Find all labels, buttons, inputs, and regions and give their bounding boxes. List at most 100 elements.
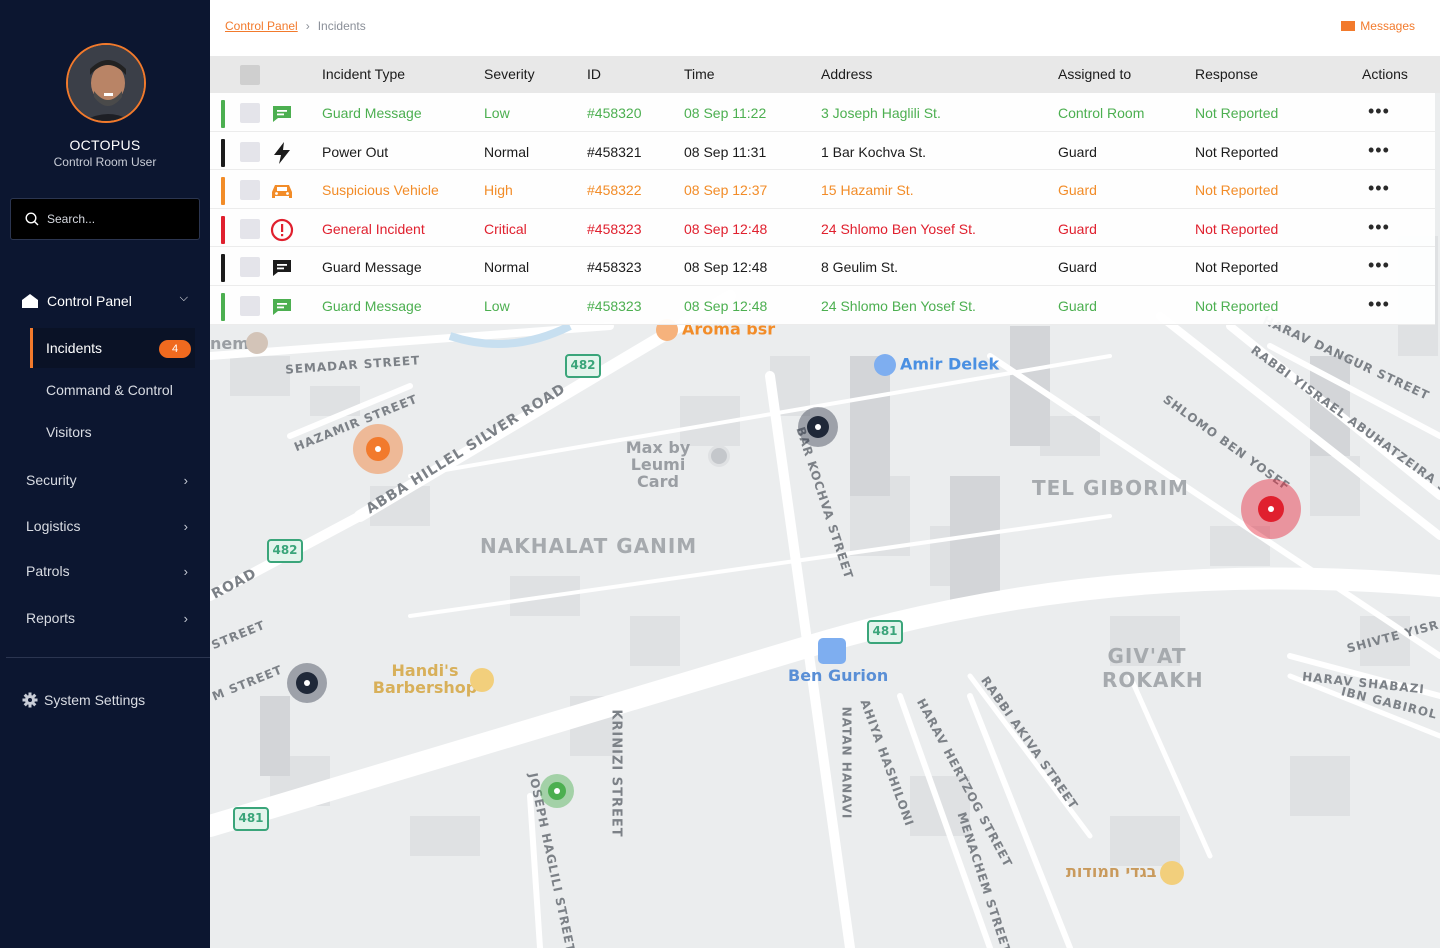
barber-icon <box>470 668 494 692</box>
more-actions-icon[interactable]: ••• <box>1368 140 1390 161</box>
header-response[interactable]: Response <box>1195 66 1258 82</box>
search-icon <box>25 212 39 226</box>
cell-time: 08 Sep 12:48 <box>684 297 768 314</box>
table-row[interactable]: Power Out Normal #458321 08 Sep 11:31 1 Bar … <box>210 131 1435 171</box>
messages-button[interactable]: Messages <box>1341 19 1415 33</box>
route-shield: 482 <box>565 354 601 378</box>
alert-icon <box>270 218 294 242</box>
poi-max[interactable]: Max by Leumi Card <box>610 439 706 490</box>
row-checkbox[interactable] <box>240 257 260 278</box>
poi-ben-gurion[interactable]: Ben Gurion <box>788 666 888 685</box>
table-row[interactable]: General Incident Critical #458323 08 Sep 12… <box>210 208 1435 248</box>
header-severity[interactable]: Severity <box>484 66 535 82</box>
more-actions-icon[interactable]: ••• <box>1368 217 1390 238</box>
poi-pin-icon <box>246 332 268 354</box>
header-id[interactable]: ID <box>587 66 601 82</box>
nav-visitors[interactable]: Visitors <box>30 412 195 452</box>
nav-security[interactable]: Security › <box>26 469 192 491</box>
bolt-icon <box>270 141 294 165</box>
cell-severity: Normal <box>484 143 530 160</box>
poi-hebrew-store[interactable]: בגדי חמודות <box>1066 862 1156 881</box>
street-label: KRINIZI STREET <box>608 709 624 838</box>
header-incident-type[interactable]: Incident Type <box>322 66 405 82</box>
cell-assigned: Guard <box>1058 220 1097 237</box>
nav-control-panel[interactable]: Control Panel ⌵ <box>22 290 192 312</box>
header-actions: Actions <box>1362 66 1408 82</box>
cell-time: 08 Sep 12:48 <box>684 259 768 276</box>
more-actions-icon[interactable]: ••• <box>1368 178 1390 199</box>
row-checkbox[interactable] <box>240 103 260 123</box>
table-row[interactable]: Guard Message Low #458320 08 Sep 11:22 3 Jos… <box>210 93 1435 132</box>
header-time[interactable]: Time <box>684 66 715 82</box>
header-assigned[interactable]: Assigned to <box>1058 66 1131 82</box>
cell-address: 8 Geulim St. <box>821 259 899 276</box>
severity-bar <box>221 254 225 283</box>
nav-system-settings[interactable]: System Settings <box>22 692 145 708</box>
cell-id: #458321 <box>587 143 642 160</box>
cell-id: #458323 <box>587 259 642 276</box>
nav-logistics-label: Logistics <box>26 518 81 534</box>
chevron-right-icon: › <box>183 563 188 579</box>
chevron-down-icon: ⌵ <box>179 292 188 304</box>
severity-bar <box>221 215 225 244</box>
cell-id: #458323 <box>587 220 642 237</box>
user-name: OCTOPUS <box>69 137 141 153</box>
severity-bar <box>221 138 225 167</box>
cell-type: Guard Message <box>322 297 422 314</box>
route-shield: 482 <box>267 539 303 563</box>
cell-assigned: Guard <box>1058 259 1097 276</box>
sidebar-divider <box>6 657 210 658</box>
nav-reports[interactable]: Reports › <box>26 607 192 629</box>
severity-bar <box>221 292 225 321</box>
table-row[interactable]: Guard Message Low #458323 08 Sep 12:48 24 Sh… <box>210 285 1435 325</box>
header-address[interactable]: Address <box>821 66 872 82</box>
chat-icon <box>270 102 294 126</box>
incident-marker-red[interactable] <box>1241 479 1301 539</box>
row-checkbox[interactable] <box>240 218 260 239</box>
table-row[interactable]: Suspicious Vehicle High #458322 08 Sep 12:3… <box>210 170 1435 209</box>
app: SEMADAR STREET HAZAMIR STREET ABBA HILLE… <box>0 0 1440 948</box>
incident-marker-green[interactable] <box>540 774 574 808</box>
more-actions-icon[interactable]: ••• <box>1368 294 1390 315</box>
cell-severity: Critical <box>484 220 527 237</box>
severity-bar <box>221 177 225 206</box>
train-icon <box>818 638 846 664</box>
incident-marker-orange[interactable] <box>353 424 403 474</box>
route-shield: 481 <box>233 807 269 831</box>
cell-response: Not Reported <box>1195 297 1279 314</box>
nav-logistics[interactable]: Logistics › <box>26 515 192 537</box>
poi-amir-delek[interactable]: Amir Delek <box>874 354 999 376</box>
row-checkbox[interactable] <box>240 295 260 316</box>
cell-address: 1 Bar Kochva St. <box>821 143 927 160</box>
nav-command-control-label: Command & Control <box>46 382 173 398</box>
select-all-checkbox[interactable] <box>240 65 260 85</box>
nav-incidents[interactable]: Incidents 4 <box>30 328 195 368</box>
street-label: NATAN HANAVI <box>839 706 854 820</box>
district-label: TEL GIBORIM <box>1032 476 1189 500</box>
breadcrumb-control-panel[interactable]: Control Panel <box>225 19 298 33</box>
severity-bar <box>221 100 225 128</box>
incident-marker-dark[interactable] <box>798 407 838 447</box>
nav-patrols-label: Patrols <box>26 563 70 579</box>
search-box[interactable] <box>10 198 200 240</box>
table-row[interactable]: Guard Message Normal #458323 08 Sep 12:48 8 … <box>210 247 1435 286</box>
cell-response: Not Reported <box>1195 220 1279 237</box>
chat-icon <box>270 256 294 280</box>
more-actions-icon[interactable]: ••• <box>1368 101 1390 122</box>
cell-id: #458322 <box>587 182 642 199</box>
search-input[interactable] <box>47 212 177 226</box>
chat-icon <box>270 295 294 319</box>
row-checkbox[interactable] <box>240 180 260 201</box>
nav-incidents-label: Incidents <box>46 340 103 356</box>
avatar[interactable] <box>66 43 146 123</box>
incident-marker-dark[interactable] <box>287 663 327 703</box>
nav-reports-label: Reports <box>26 610 76 626</box>
envelope-icon <box>1341 21 1356 31</box>
nav-patrols[interactable]: Patrols › <box>26 560 192 582</box>
more-actions-icon[interactable]: ••• <box>1368 255 1390 276</box>
gear-icon <box>22 692 38 708</box>
nav-command-control[interactable]: Command & Control <box>30 370 195 410</box>
cell-severity: Normal <box>484 259 530 276</box>
breadcrumb: Control Panel › Incidents <box>225 19 366 33</box>
row-checkbox[interactable] <box>240 141 260 162</box>
